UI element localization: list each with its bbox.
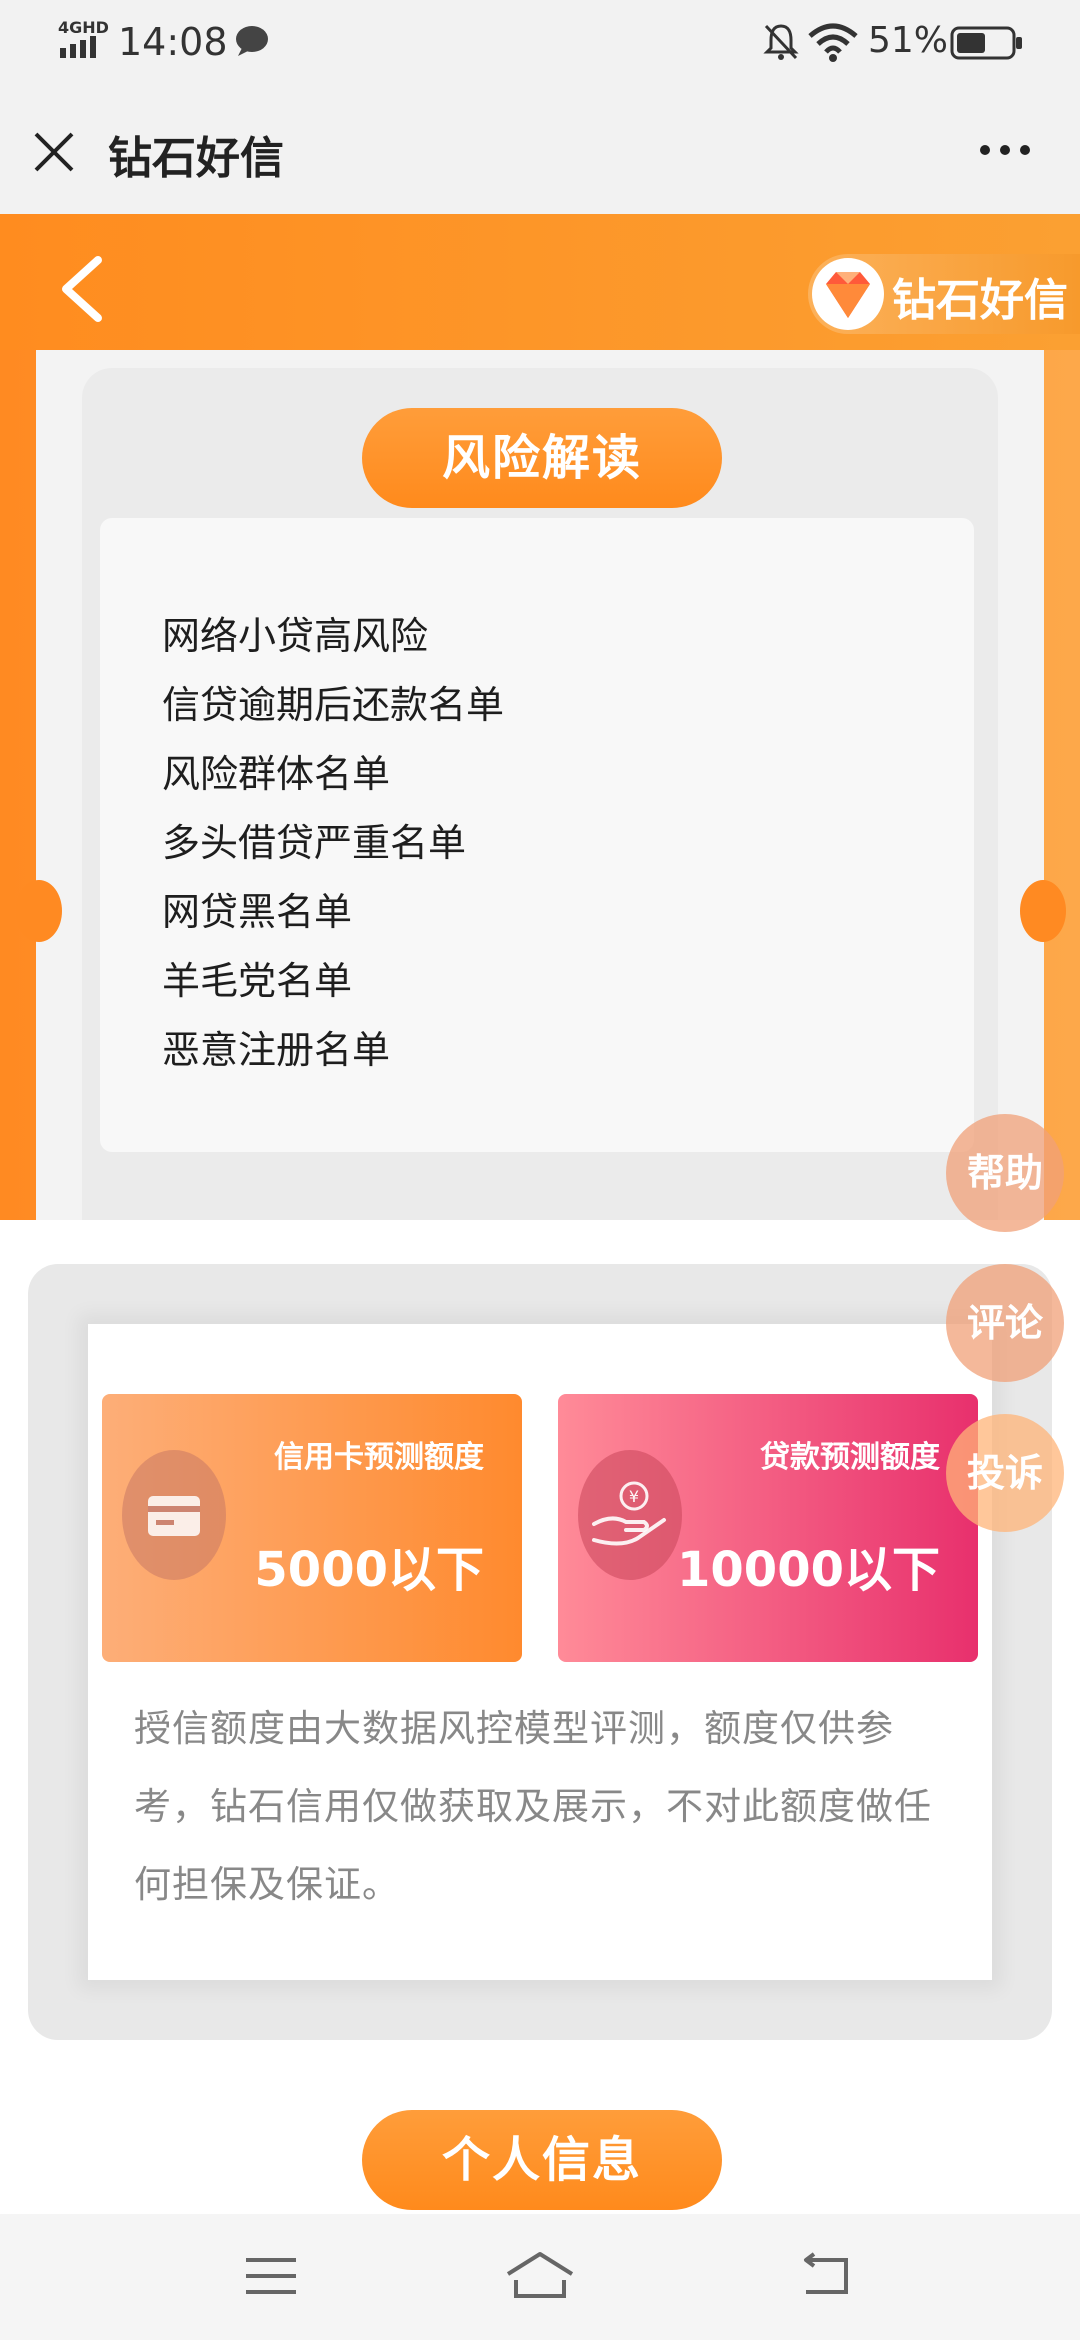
credit-card-quota-label: 信用卡预测额度: [274, 1440, 484, 1475]
more-options-icon[interactable]: [978, 130, 1032, 170]
signal-icon: [60, 36, 96, 58]
home-icon[interactable]: [504, 2250, 576, 2300]
loan-quota-label: 贷款预测额度: [760, 1440, 940, 1475]
back-arrow-icon[interactable]: [54, 254, 114, 324]
chat-notification-icon: [236, 26, 268, 56]
menu-icon[interactable]: [244, 2256, 298, 2296]
loan-quota-amount: 10000以下: [677, 1542, 940, 1598]
diamond-logo: [812, 258, 884, 330]
diamond-icon: [826, 272, 870, 318]
clock: 14:08: [118, 20, 228, 64]
brand-name: 钻石好信: [892, 275, 1068, 326]
personal-info-button[interactable]: 个人信息: [362, 2110, 722, 2210]
close-icon[interactable]: [30, 128, 78, 176]
list-item: 风险群体名单: [162, 752, 391, 796]
credit-card-icon: [122, 1450, 226, 1580]
list-item: 信贷逾期后还款名单: [162, 683, 505, 727]
list-item: 网贷黑名单: [162, 890, 353, 934]
list-item: 羊毛党名单: [162, 959, 353, 1003]
back-nav-icon[interactable]: [796, 2252, 854, 2298]
credit-card-quota: 信用卡预测额度 5000以下: [102, 1394, 522, 1662]
card-notch-left: [16, 880, 62, 942]
complain-button[interactable]: 投诉: [946, 1414, 1064, 1532]
risk-section-title: 风险解读: [362, 408, 722, 508]
battery-percentage: 51%: [868, 20, 949, 61]
comment-button[interactable]: 评论: [946, 1264, 1064, 1382]
loan-quota: ¥ 贷款预测额度 10000以下: [558, 1394, 978, 1662]
credit-card-quota-amount: 5000以下: [254, 1542, 484, 1598]
yen-hand-icon: ¥: [578, 1450, 682, 1580]
help-button[interactable]: 帮助: [946, 1114, 1064, 1232]
list-item: 网络小贷高风险: [162, 614, 429, 658]
svg-text:¥: ¥: [629, 1487, 639, 1506]
wifi-icon: [808, 23, 858, 62]
battery-icon: [950, 26, 1022, 60]
list-item: 恶意注册名单: [162, 1028, 391, 1072]
list-item: 多头借贷严重名单: [162, 821, 467, 865]
mute-bell-icon: [763, 24, 799, 60]
risk-list: 网络小贷高风险 信贷逾期后还款名单 风险群体名单 多头借贷严重名单 网贷黑名单 …: [162, 606, 504, 1089]
card-notch-right: [1020, 880, 1066, 942]
page-title: 钻石好信: [108, 133, 284, 184]
quota-disclaimer: 授信额度由大数据风控模型评测，额度仅供参考，钻石信用仅做获取及展示，不对此额度做…: [134, 1707, 932, 1906]
